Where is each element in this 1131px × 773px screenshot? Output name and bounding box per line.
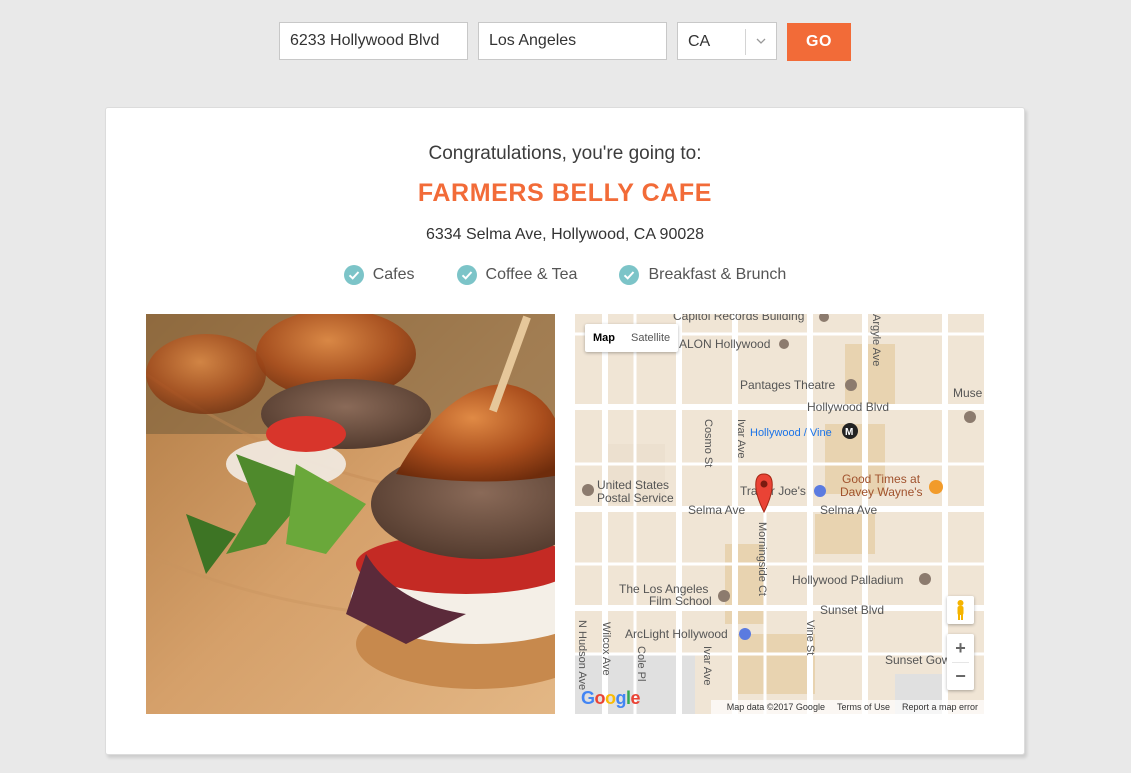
state-select[interactable]: CA	[677, 22, 777, 60]
zoom-in-button[interactable]: +	[947, 634, 974, 662]
poi-icon	[819, 314, 829, 322]
map-label-palladium: Hollywood Palladium	[792, 573, 903, 587]
zoom-divider	[952, 662, 969, 663]
street-input[interactable]	[279, 22, 468, 60]
map-type-satellite-button[interactable]: Satellite	[623, 324, 678, 352]
map-label-selma-right: Selma Ave	[820, 503, 877, 517]
map-label-pantages: Pantages Theatre	[740, 378, 836, 392]
venue-icon	[919, 573, 931, 585]
map-footer: Map data ©2017 Google Terms of Use Repor…	[710, 700, 984, 714]
check-circle-icon	[619, 265, 640, 285]
zoom-control: + −	[947, 634, 974, 690]
category-item: Cafes	[343, 265, 415, 285]
result-intro: Congratulations, you're going to:	[428, 143, 702, 164]
restaurant-name[interactable]: FARMERS BELLY CAFE	[106, 179, 1024, 208]
street-view-pegman-icon[interactable]	[947, 596, 974, 624]
map-label-wilcox: Wilcox Ave	[600, 622, 612, 676]
category-label: Cafes	[372, 266, 415, 283]
map-data-attribution: Map data ©2017 Google	[726, 702, 825, 712]
map-label-morningside: Morningside Ct	[756, 522, 768, 596]
chevron-down-icon	[756, 38, 766, 44]
zoom-out-button[interactable]: −	[947, 662, 974, 690]
map-label-usps: United States	[597, 478, 669, 492]
map-label-hollywood-blvd: Hollywood Blvd	[807, 400, 889, 414]
bar-icon	[929, 480, 943, 494]
map-label-sunset-gower: Sunset Gow	[885, 653, 951, 667]
svg-text:M: M	[845, 427, 853, 438]
restaurant-photo	[146, 314, 555, 714]
map-label-cole: Cole Pl	[635, 646, 647, 681]
check-circle-icon	[456, 265, 477, 285]
map-type-map-button[interactable]: Map	[585, 324, 623, 352]
map-label-good-times: Good Times at	[842, 472, 921, 486]
poi-icon	[964, 411, 976, 423]
go-button[interactable]: GO	[787, 23, 851, 61]
report-map-error-link[interactable]: Report a map error	[902, 700, 978, 714]
result-card: Congratulations, you're going to: FARMER…	[105, 107, 1025, 755]
school-icon	[718, 590, 730, 602]
google-logo: Google	[581, 688, 641, 708]
location-map[interactable]: Capitol Records Building ALON Hollywood …	[575, 314, 984, 714]
map-label-museum: Muse	[953, 386, 983, 400]
map-label-capitol: Capitol Records Building	[673, 314, 804, 323]
category-list: Cafes Coffee & Tea Breakfast & Brunch	[106, 265, 1024, 285]
cinema-icon	[739, 628, 751, 640]
map-label-vine-st: Vine St	[804, 620, 816, 655]
map-type-control: Map Satellite	[585, 324, 679, 352]
map-label-n-hudson: N Hudson Ave	[576, 620, 588, 690]
terms-of-use-link[interactable]: Terms of Use	[837, 700, 890, 714]
map-label-argyle: Argyle Ave	[870, 314, 882, 366]
location-pin-icon[interactable]	[755, 473, 773, 514]
map-label-selma-left: Selma Ave	[688, 503, 745, 517]
theater-icon	[845, 379, 857, 391]
restaurant-address: 6334 Selma Ave, Hollywood, CA 90028	[425, 226, 705, 243]
poi-icon	[779, 339, 789, 349]
map-label-sunset: Sunset Blvd	[820, 603, 884, 617]
map-label-good-times: Davey Wayne's	[840, 485, 923, 499]
map-label-arclight: ArcLight Hollywood	[625, 627, 728, 641]
category-item: Breakfast & Brunch	[619, 265, 786, 285]
category-item: Coffee & Tea	[456, 265, 578, 285]
map-label-ivar-bottom: Ivar Ave	[701, 646, 713, 686]
state-select-value: CA	[688, 33, 711, 50]
map-label-hollywood-vine: Hollywood / Vine	[750, 427, 832, 439]
address-search-bar: CA GO	[0, 22, 1131, 62]
map-label-cosmo: Cosmo St	[702, 419, 714, 467]
shopping-icon	[814, 485, 826, 497]
map-label-usps: Postal Service	[597, 491, 674, 505]
city-input[interactable]	[478, 22, 667, 60]
check-circle-icon	[343, 265, 364, 285]
category-label: Breakfast & Brunch	[648, 266, 787, 283]
post-office-icon	[582, 484, 594, 496]
select-divider	[745, 29, 746, 55]
category-label: Coffee & Tea	[485, 266, 578, 283]
map-label-ivar-top: Ivar Ave	[735, 419, 747, 459]
map-label-avalon: ALON Hollywood	[679, 337, 770, 351]
map-label-film-school: Film School	[649, 594, 712, 608]
map-label-trader: Trader Joe's	[740, 484, 806, 498]
